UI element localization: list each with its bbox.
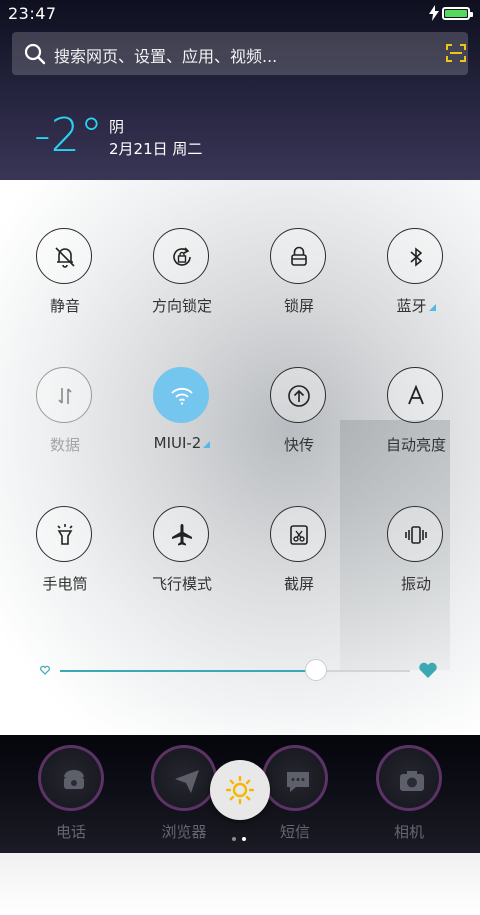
phone-icon (38, 745, 104, 811)
toggle-label: 手电筒 (42, 575, 88, 593)
page-dot-active (242, 837, 246, 841)
search-placeholder: 搜索网页、设置、应用、视频... (54, 47, 278, 66)
toggle-label: 快传 (283, 436, 314, 454)
data-arrows-icon (36, 367, 92, 423)
toggle-screenshot[interactable]: 截屏 (243, 506, 355, 606)
airplane-icon (153, 506, 209, 562)
toggle-mobile-data[interactable]: 数据 (9, 367, 121, 467)
toggle-quick-transfer[interactable]: 快传 (243, 367, 355, 467)
rotation-lock-icon (153, 228, 209, 284)
toggle-lock-screen[interactable]: 锁屏 (243, 228, 355, 328)
battery-icon (442, 7, 473, 20)
search-icon (24, 43, 46, 65)
scan-icon[interactable] (446, 44, 466, 62)
toggle-vibrate[interactable]: 振动 (360, 506, 472, 606)
lock-icon (270, 228, 326, 284)
toggle-silent[interactable]: 静音 (9, 228, 121, 328)
search-bar[interactable]: 搜索网页、设置、应用、视频... (12, 32, 468, 75)
toggle-label: 振动 (400, 575, 431, 593)
toggle-auto-brightness[interactable]: 自动亮度 (360, 367, 472, 467)
brightness-low-icon (40, 665, 50, 675)
weather-temperature: -2° (34, 108, 103, 162)
dock-app-camera[interactable]: 相机 (364, 745, 454, 845)
toggle-label: 锁屏 (283, 297, 314, 315)
vibrate-icon (387, 506, 443, 562)
status-time: 23:47 (8, 4, 57, 23)
brightness-button[interactable] (210, 760, 270, 820)
page-indicator (232, 826, 252, 845)
camera-icon (376, 745, 442, 811)
upload-circle-icon (270, 367, 326, 423)
slider-fill (60, 670, 316, 672)
dock-label: 电话 (55, 823, 86, 841)
slider-thumb[interactable] (304, 659, 327, 681)
toggle-label: 数据 (49, 436, 80, 454)
charging-icon (429, 5, 439, 21)
message-icon (262, 745, 328, 811)
brightness-slider[interactable] (40, 659, 440, 684)
toggle-bluetooth[interactable]: 蓝牙 (360, 228, 472, 328)
status-bar: 23:47 (0, 0, 480, 28)
toggle-label: 自动亮度 (385, 436, 446, 454)
toggle-label: 飞行模式 (151, 575, 212, 593)
toggle-wifi[interactable]: MIUI-2 (126, 367, 238, 467)
dock-label: 相机 (393, 823, 424, 841)
dock-app-phone[interactable]: 电话 (26, 745, 116, 845)
browser-icon (151, 745, 217, 811)
auto-brightness-icon (387, 367, 443, 423)
more-indicator-icon (428, 304, 436, 311)
brightness-high-icon (419, 662, 437, 678)
bell-off-icon (36, 228, 92, 284)
weather-date: 2月21日 周二 (109, 140, 203, 158)
dock-label: 短信 (279, 823, 310, 841)
screenshot-icon (270, 506, 326, 562)
toggle-rotation-lock[interactable]: 方向锁定 (126, 228, 238, 328)
toggle-label: MIUI-2 (126, 434, 238, 452)
weather-condition: 阴 (109, 118, 125, 136)
sun-icon (225, 775, 255, 805)
wifi-icon (153, 367, 209, 423)
toggle-airplane-mode[interactable]: 飞行模式 (126, 506, 238, 606)
toggle-label: 静音 (49, 297, 80, 315)
dock-label: 浏览器 (161, 823, 207, 841)
more-indicator-icon (203, 441, 211, 448)
toggle-flashlight[interactable]: 手电筒 (9, 506, 121, 606)
toggle-label: 蓝牙 (360, 295, 472, 316)
notification-header: 23:47 搜索网页、设置、应用、视频... -2° 阴 2月21日 周二 (0, 0, 480, 180)
bluetooth-icon (387, 228, 443, 284)
toggle-label: 截屏 (283, 575, 314, 593)
page-dot (232, 837, 236, 841)
flashlight-icon (36, 506, 92, 562)
toggle-label: 方向锁定 (151, 297, 212, 315)
